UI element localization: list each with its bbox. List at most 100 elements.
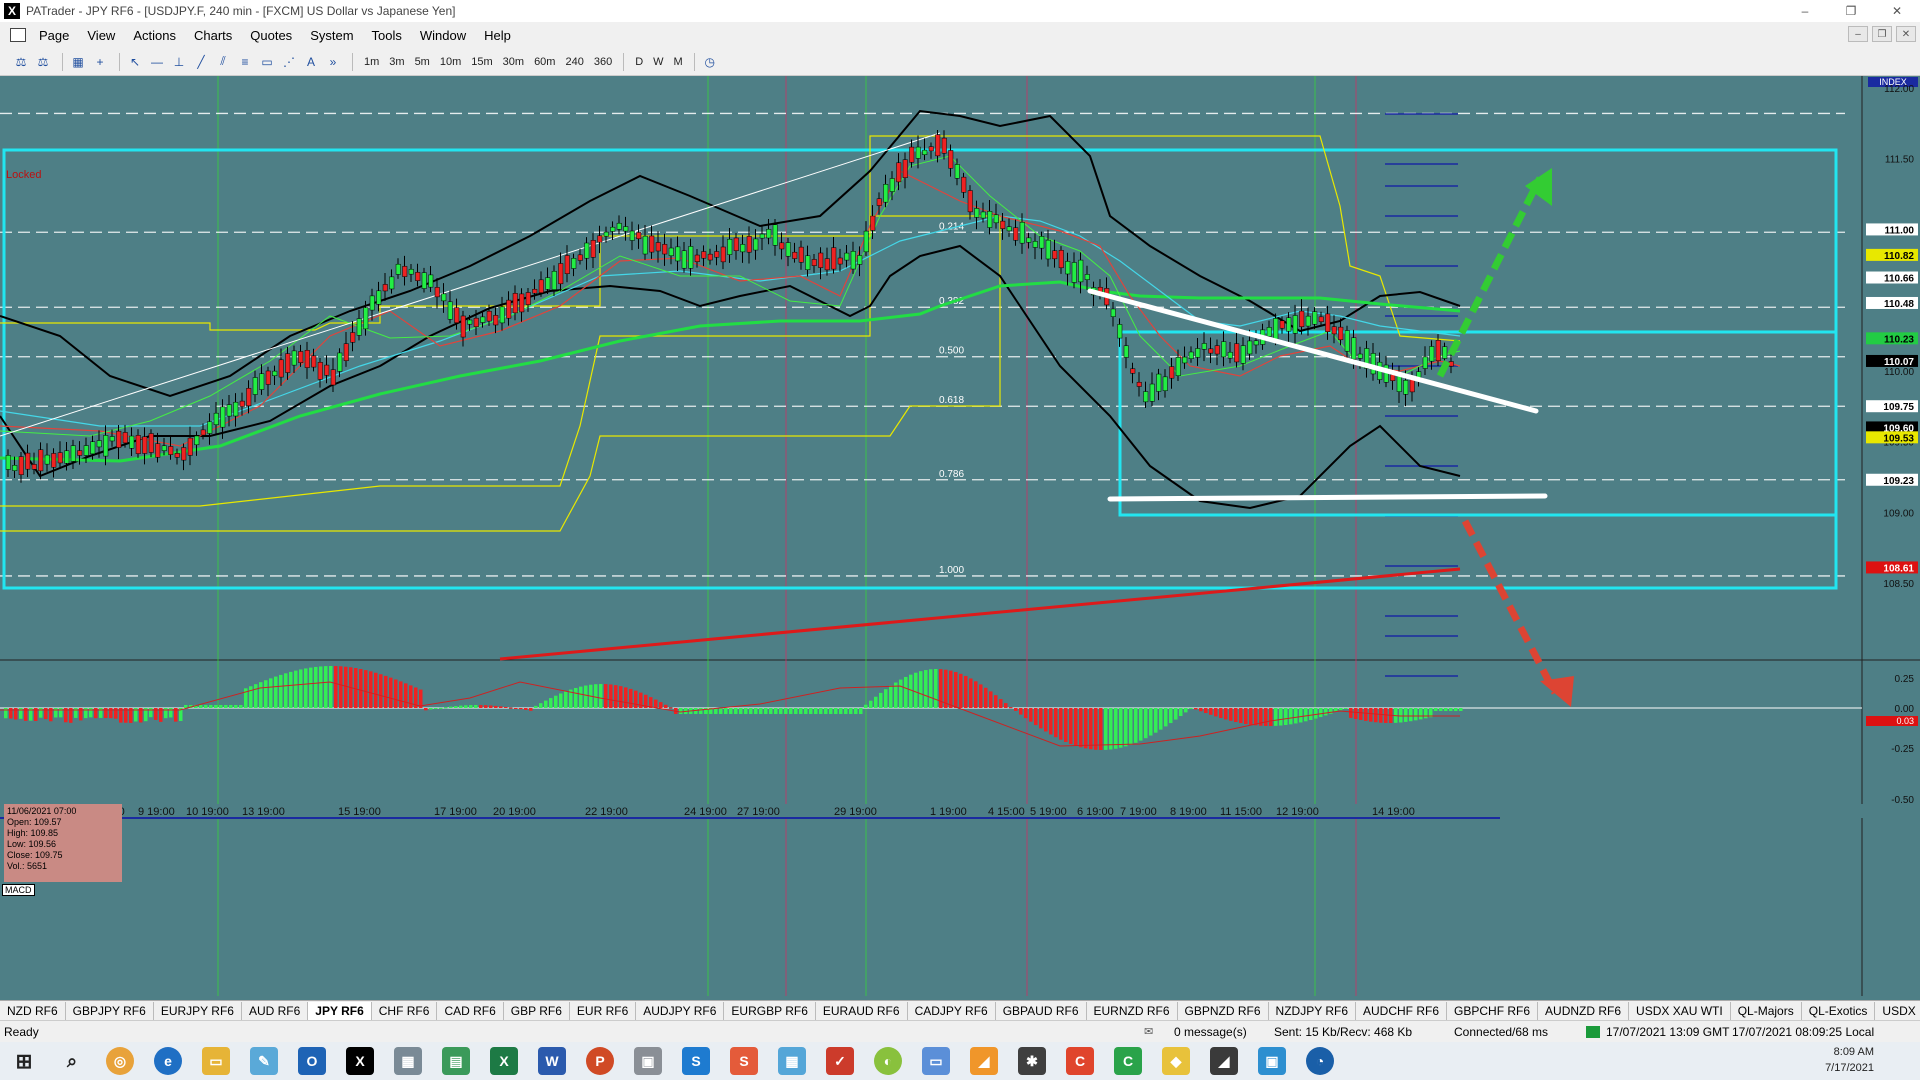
page-menu-icon[interactable] bbox=[10, 28, 26, 42]
app-icon-9[interactable]: C bbox=[1114, 1047, 1142, 1075]
text-icon[interactable]: A bbox=[302, 53, 320, 71]
symbol-tab[interactable]: EURJPY RF6 bbox=[154, 1001, 242, 1020]
message-icon[interactable]: ✉ bbox=[1144, 1025, 1174, 1038]
menu-help[interactable]: Help bbox=[475, 28, 520, 43]
chart-icon[interactable]: ▦ bbox=[69, 53, 87, 71]
more-tools-icon[interactable]: » bbox=[324, 53, 342, 71]
trend-line-icon[interactable]: ╱ bbox=[192, 53, 210, 71]
timeframe-240[interactable]: 240 bbox=[560, 56, 588, 68]
app-icon-12[interactable]: ▣ bbox=[1258, 1047, 1286, 1075]
mdi-restore-button[interactable]: ❐ bbox=[1872, 26, 1892, 42]
calculator-icon[interactable]: ▦ bbox=[394, 1047, 422, 1075]
chrome-icon[interactable]: ◎ bbox=[106, 1047, 134, 1075]
timeframe-1m[interactable]: 1m bbox=[359, 56, 384, 68]
spreadsheet-icon[interactable]: ▤ bbox=[442, 1047, 470, 1075]
pointer-icon[interactable]: ↖ bbox=[126, 53, 144, 71]
search-icon[interactable]: ⌕ bbox=[58, 1047, 86, 1075]
minimize-button[interactable]: – bbox=[1782, 0, 1828, 22]
symbol-tab[interactable]: AUDCHF RF6 bbox=[1356, 1001, 1448, 1020]
symbol-tab[interactable]: NZD RF6 bbox=[0, 1001, 66, 1020]
app-icon-2[interactable]: S bbox=[730, 1047, 758, 1075]
timeframe-10m[interactable]: 10m bbox=[435, 56, 466, 68]
timeframe-3m[interactable]: 3m bbox=[384, 56, 409, 68]
symbol-tab[interactable]: EURAUD RF6 bbox=[816, 1001, 908, 1020]
app-icon-13[interactable]: ◔ bbox=[1306, 1047, 1334, 1075]
app-icon-8[interactable]: C bbox=[1066, 1047, 1094, 1075]
symbol-tab[interactable]: CAD RF6 bbox=[437, 1001, 504, 1020]
symbol-tab[interactable]: AUD RF6 bbox=[242, 1001, 309, 1020]
menu-window[interactable]: Window bbox=[411, 28, 475, 43]
chart-area[interactable]: INDEX112.00111.50111.00110.50110.00109.5… bbox=[0, 76, 1920, 1010]
symbol-tab[interactable]: EURNZD RF6 bbox=[1087, 1001, 1178, 1020]
mdi-close-button[interactable]: ✕ bbox=[1896, 26, 1916, 42]
app-icon-6[interactable]: ▭ bbox=[922, 1047, 950, 1075]
edge-icon[interactable]: e bbox=[154, 1047, 182, 1075]
mdi-minimize-button[interactable]: – bbox=[1848, 26, 1868, 42]
powerpoint-icon[interactable]: P bbox=[586, 1047, 614, 1075]
excel-icon[interactable]: X bbox=[490, 1047, 518, 1075]
slack-icon[interactable]: ✱ bbox=[1018, 1047, 1046, 1075]
price-chart[interactable]: INDEX112.00111.50111.00110.50110.00109.5… bbox=[0, 76, 1920, 1010]
sell-icon[interactable]: ⚖ bbox=[34, 53, 52, 71]
menu-system[interactable]: System bbox=[301, 28, 362, 43]
app-icon-7[interactable]: ◢ bbox=[970, 1047, 998, 1075]
symbol-tab[interactable]: AUDJPY RF6 bbox=[636, 1001, 725, 1020]
timeframe-60m[interactable]: 60m bbox=[529, 56, 560, 68]
app-icon-10[interactable]: ◆ bbox=[1162, 1047, 1190, 1075]
clock-icon[interactable]: ◷ bbox=[701, 53, 719, 71]
word-icon[interactable]: W bbox=[538, 1047, 566, 1075]
donchian-line bbox=[0, 215, 1001, 532]
symbol-tab[interactable]: NZDJPY RF6 bbox=[1269, 1001, 1356, 1020]
menu-tools[interactable]: Tools bbox=[363, 28, 411, 43]
gann-icon[interactable]: ⋰ bbox=[280, 53, 298, 71]
symbol-tab[interactable]: GBPCHF RF6 bbox=[1447, 1001, 1539, 1020]
symbol-tab[interactable]: GBP RF6 bbox=[504, 1001, 570, 1020]
symbol-tab[interactable]: USDX XAU WTI bbox=[1629, 1001, 1731, 1020]
buy-icon[interactable]: ⚖ bbox=[12, 53, 30, 71]
symbol-tab[interactable]: QL-Exotics bbox=[1802, 1001, 1876, 1020]
skype-icon[interactable]: S bbox=[682, 1047, 710, 1075]
timeframe-15m[interactable]: 15m bbox=[466, 56, 497, 68]
symbol-tab[interactable]: JPY RF6 bbox=[308, 1001, 372, 1020]
symbol-tab[interactable]: AUDNZD RF6 bbox=[1538, 1001, 1630, 1020]
app-icon-4[interactable]: ✓ bbox=[826, 1047, 854, 1075]
symbol-tab[interactable]: GBPJPY RF6 bbox=[66, 1001, 154, 1020]
menu-page[interactable]: Page bbox=[30, 28, 78, 43]
app-icon-5[interactable]: ◐ bbox=[874, 1047, 902, 1075]
notes-icon[interactable]: ✎ bbox=[250, 1047, 278, 1075]
symbol-tab[interactable]: CHF RF6 bbox=[372, 1001, 438, 1020]
channel-icon[interactable]: ⫽ bbox=[214, 53, 232, 71]
menu-quotes[interactable]: Quotes bbox=[241, 28, 301, 43]
timeframe-30m[interactable]: 30m bbox=[498, 56, 529, 68]
app-icon-1[interactable]: ▣ bbox=[634, 1047, 662, 1075]
symbol-tab[interactable]: USDX RF6 bbox=[1875, 1002, 1920, 1020]
symbol-tab[interactable]: QL-Majors bbox=[1731, 1001, 1802, 1020]
patrader-icon[interactable]: X bbox=[346, 1047, 374, 1075]
timeframe-m[interactable]: M bbox=[669, 56, 688, 68]
rectangle-icon[interactable]: ▭ bbox=[258, 53, 276, 71]
app-icon-11[interactable]: ◢ bbox=[1210, 1047, 1238, 1075]
windows-start-icon[interactable]: ⊞ bbox=[10, 1047, 38, 1075]
app-icon-3[interactable]: ▦ bbox=[778, 1047, 806, 1075]
timeframe-5m[interactable]: 5m bbox=[410, 56, 435, 68]
menu-view[interactable]: View bbox=[78, 28, 124, 43]
horizontal-line-icon[interactable]: ― bbox=[148, 53, 166, 71]
symbol-tab[interactable]: EUR RF6 bbox=[570, 1001, 637, 1020]
vertical-line-icon[interactable]: ⊥ bbox=[170, 53, 188, 71]
system-clock[interactable]: 8:09 AM 7/17/2021 bbox=[1825, 1044, 1874, 1076]
symbol-tab[interactable]: EURGBP RF6 bbox=[724, 1001, 816, 1020]
timeframe-w[interactable]: W bbox=[648, 56, 668, 68]
outlook-icon[interactable]: O bbox=[298, 1047, 326, 1075]
fibonacci-icon[interactable]: ≡ bbox=[236, 53, 254, 71]
file-explorer-icon[interactable]: ▭ bbox=[202, 1047, 230, 1075]
menu-actions[interactable]: Actions bbox=[124, 28, 185, 43]
crosshair-icon[interactable]: + bbox=[91, 53, 109, 71]
symbol-tab[interactable]: GBPAUD RF6 bbox=[996, 1001, 1087, 1020]
timeframe-360[interactable]: 360 bbox=[589, 56, 617, 68]
timeframe-d[interactable]: D bbox=[630, 56, 648, 68]
menu-charts[interactable]: Charts bbox=[185, 28, 241, 43]
close-button[interactable]: ✕ bbox=[1874, 0, 1920, 22]
symbol-tab[interactable]: CADJPY RF6 bbox=[908, 1001, 996, 1020]
symbol-tab[interactable]: GBPNZD RF6 bbox=[1178, 1001, 1269, 1020]
restore-button[interactable]: ❐ bbox=[1828, 0, 1874, 22]
